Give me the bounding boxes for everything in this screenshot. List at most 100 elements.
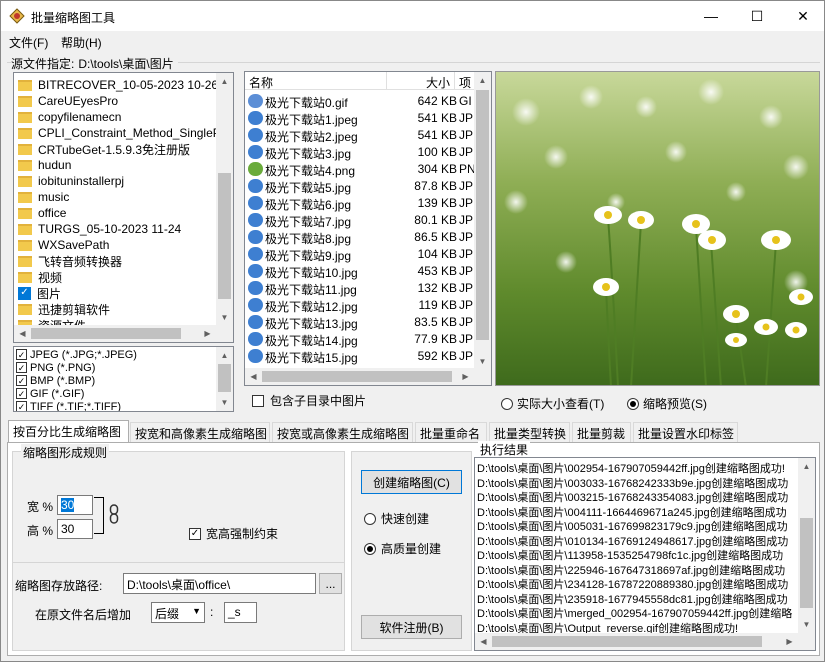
folder-item[interactable]: ✓ 图片 [14,285,214,301]
menu-help[interactable]: 帮助(H) [61,34,102,51]
folder-item[interactable]: BITRECOVER_10-05-2023 10-26 [14,77,218,93]
file-row[interactable]: 极光下载站13.jpg 83.5 KB JP [245,313,475,331]
file-row[interactable]: 极光下载站11.jpg 132 KB JP [245,279,475,297]
scroll-thumb[interactable] [218,364,231,392]
hscroll-thumb[interactable] [492,636,762,647]
folder-item[interactable]: office [14,205,214,221]
scroll-left-icon[interactable]: ◀ [245,368,262,385]
register-button[interactable]: 软件注册(B) [361,615,462,639]
hscroll-thumb[interactable] [31,328,181,339]
file-row[interactable]: 极光下载站12.jpg 119 KB JP [245,296,475,314]
file-list[interactable]: 名称 大小 项 极光下载站0.gif 642 KB GI 极光下载站1.jpeg 541… [244,71,492,386]
file-list-hscroll[interactable]: ◀ ▶ [245,368,491,385]
close-button[interactable]: ✕ [780,1,825,31]
folder-tree-vscroll[interactable]: ▲ ▼ [216,73,233,326]
file-row[interactable]: 极光下载站1.jpeg 541 KB JP [245,109,475,127]
folder-tree-hscroll[interactable]: ◀ ▶ [14,325,233,342]
log-vscroll[interactable]: ▲ ▼ [798,458,815,633]
log-box[interactable]: D:\tools\桌面\图片\002954-167907059442ff.jpg… [474,457,816,651]
folder-item[interactable]: iobituninstallerpj [14,173,214,189]
scroll-up-icon[interactable]: ▲ [798,458,815,475]
scroll-right-icon[interactable]: ▶ [457,368,474,385]
file-row[interactable]: 极光下载站6.jpg 139 KB JP [245,194,475,212]
folder-item[interactable]: music [14,189,214,205]
save-path-input[interactable]: D:\tools\桌面\office\ [123,573,316,594]
column-type[interactable]: 项 [455,72,475,90]
scroll-right-icon[interactable]: ▶ [199,325,216,342]
tab-type-convert[interactable]: 批量类型转换 [489,422,570,442]
hq-create-radio[interactable]: 高质量创建 [364,540,441,557]
scroll-up-icon[interactable]: ▲ [474,72,491,89]
file-list-vscroll[interactable]: ▲ ▼ [474,72,491,370]
folder-item[interactable]: 飞转音频转换器 [14,253,214,269]
file-row[interactable]: 极光下载站8.jpg 86.5 KB JP [245,228,475,246]
checkbox-icon[interactable]: ✓ [189,527,201,540]
file-row[interactable]: 极光下载站3.jpg 100 KB JP [245,143,475,161]
scroll-thumb[interactable] [218,173,231,299]
folder-item[interactable]: hudun [14,157,214,173]
column-name[interactable]: 名称 [245,72,387,90]
filetype-list[interactable]: ✓ JPEG (*.JPG;*.JPEG) ✓ PNG (*.PNG) ✓ BMP (*.… [13,346,234,412]
scroll-up-icon[interactable]: ▲ [216,73,233,90]
tab-watermark[interactable]: 批量设置水印标签 [633,422,738,442]
constrain-checkbox[interactable]: ✓ 宽高强制约束 [189,525,278,542]
fast-create-radio[interactable]: 快速创建 [364,510,429,527]
minimize-button[interactable]: — [688,1,734,31]
radio-icon[interactable] [364,512,376,525]
radio-icon[interactable] [627,397,639,410]
width-percent-input[interactable]: 30 [57,495,93,515]
include-subdirs-checkbox[interactable]: 包含子目录中图片 [252,392,366,409]
chain-link-icon[interactable] [109,504,119,524]
tab-rename[interactable]: 批量重命名 [415,422,487,442]
folder-item[interactable]: copyfilenamecn [14,109,214,125]
maximize-button[interactable]: ☐ [734,1,780,31]
tab-percent[interactable]: 按百分比生成缩略图 [8,420,129,443]
title-bar[interactable]: 批量缩略图工具 — ☐ ✕ [1,1,824,31]
file-row[interactable]: 极光下载站2.jpeg 541 KB JP [245,126,475,144]
file-row[interactable]: 极光下载站0.gif 642 KB GI [245,92,475,110]
tab-width-and-height[interactable]: 按宽和高像素生成缩略图 [130,422,270,442]
scroll-down-icon[interactable]: ▼ [798,616,815,633]
file-row[interactable]: 极光下载站9.jpg 104 KB JP [245,245,475,263]
checkbox-icon[interactable]: ✓ [16,349,27,360]
filetype-item[interactable]: ✓ BMP (*.BMP) [16,374,95,387]
checkbox-icon[interactable]: ✓ [16,362,27,373]
file-row[interactable]: 极光下载站4.png 304 KB PN [245,160,475,178]
file-row[interactable]: 极光下载站5.jpg 87.8 KB JP [245,177,475,195]
scroll-down-icon[interactable]: ▼ [216,309,233,326]
suffix-mode-select[interactable]: 后缀 ▼ [151,602,205,623]
menu-file[interactable]: 文件(F) [9,34,48,51]
folder-item[interactable]: CareUEyesPro [14,93,214,109]
checkbox-icon[interactable]: ✓ [16,401,27,411]
tab-crop[interactable]: 批量剪裁 [572,422,631,442]
filetype-item[interactable]: ✓ GIF (*.GIF) [16,387,84,400]
radio-icon[interactable] [501,397,513,410]
filetype-item[interactable]: ✓ JPEG (*.JPG;*.JPEG) [16,348,137,361]
scroll-right-icon[interactable]: ▶ [781,633,798,650]
scroll-left-icon[interactable]: ◀ [475,633,492,650]
scroll-thumb[interactable] [476,90,489,340]
checked-icon[interactable]: ✓ [18,286,31,300]
file-row[interactable]: 极光下载站14.jpg 77.9 KB JP [245,330,475,348]
file-row[interactable]: 极光下载站7.jpg 80.1 KB JP [245,211,475,229]
column-size[interactable]: 大小 [387,72,455,90]
actual-size-radio[interactable]: 实际大小查看(T) [501,395,604,412]
create-thumbnail-button[interactable]: 创建缩略图(C) [361,470,462,494]
filetype-item[interactable]: ✓ TIFF (*.TIF;*.TIFF) [16,400,121,411]
file-row[interactable]: 极光下载站15.jpg 592 KB JP [245,347,475,365]
log-hscroll[interactable]: ◀ ▶ [475,633,815,650]
folder-item[interactable]: TURGS_05-10-2023 11-24 [14,221,214,237]
thumbnail-preview-radio[interactable]: 缩略预览(S) [627,395,707,412]
folder-item[interactable]: 资源文件 [14,317,214,325]
folder-item[interactable]: WXSavePath [14,237,214,253]
folder-item[interactable]: CRTubeGet-1.5.9.3免注册版 [14,141,214,157]
scroll-thumb[interactable] [800,518,813,608]
folder-item[interactable]: 迅捷剪辑软件 [14,301,214,317]
checkbox-icon[interactable] [252,394,264,407]
scroll-left-icon[interactable]: ◀ [14,325,31,342]
file-row[interactable]: 极光下载站10.jpg 453 KB JP [245,262,475,280]
filetype-vscroll[interactable]: ▲ ▼ [216,347,233,411]
suffix-input[interactable]: _s [224,602,257,623]
browse-button[interactable]: ... [319,573,342,594]
scroll-up-icon[interactable]: ▲ [216,347,233,364]
